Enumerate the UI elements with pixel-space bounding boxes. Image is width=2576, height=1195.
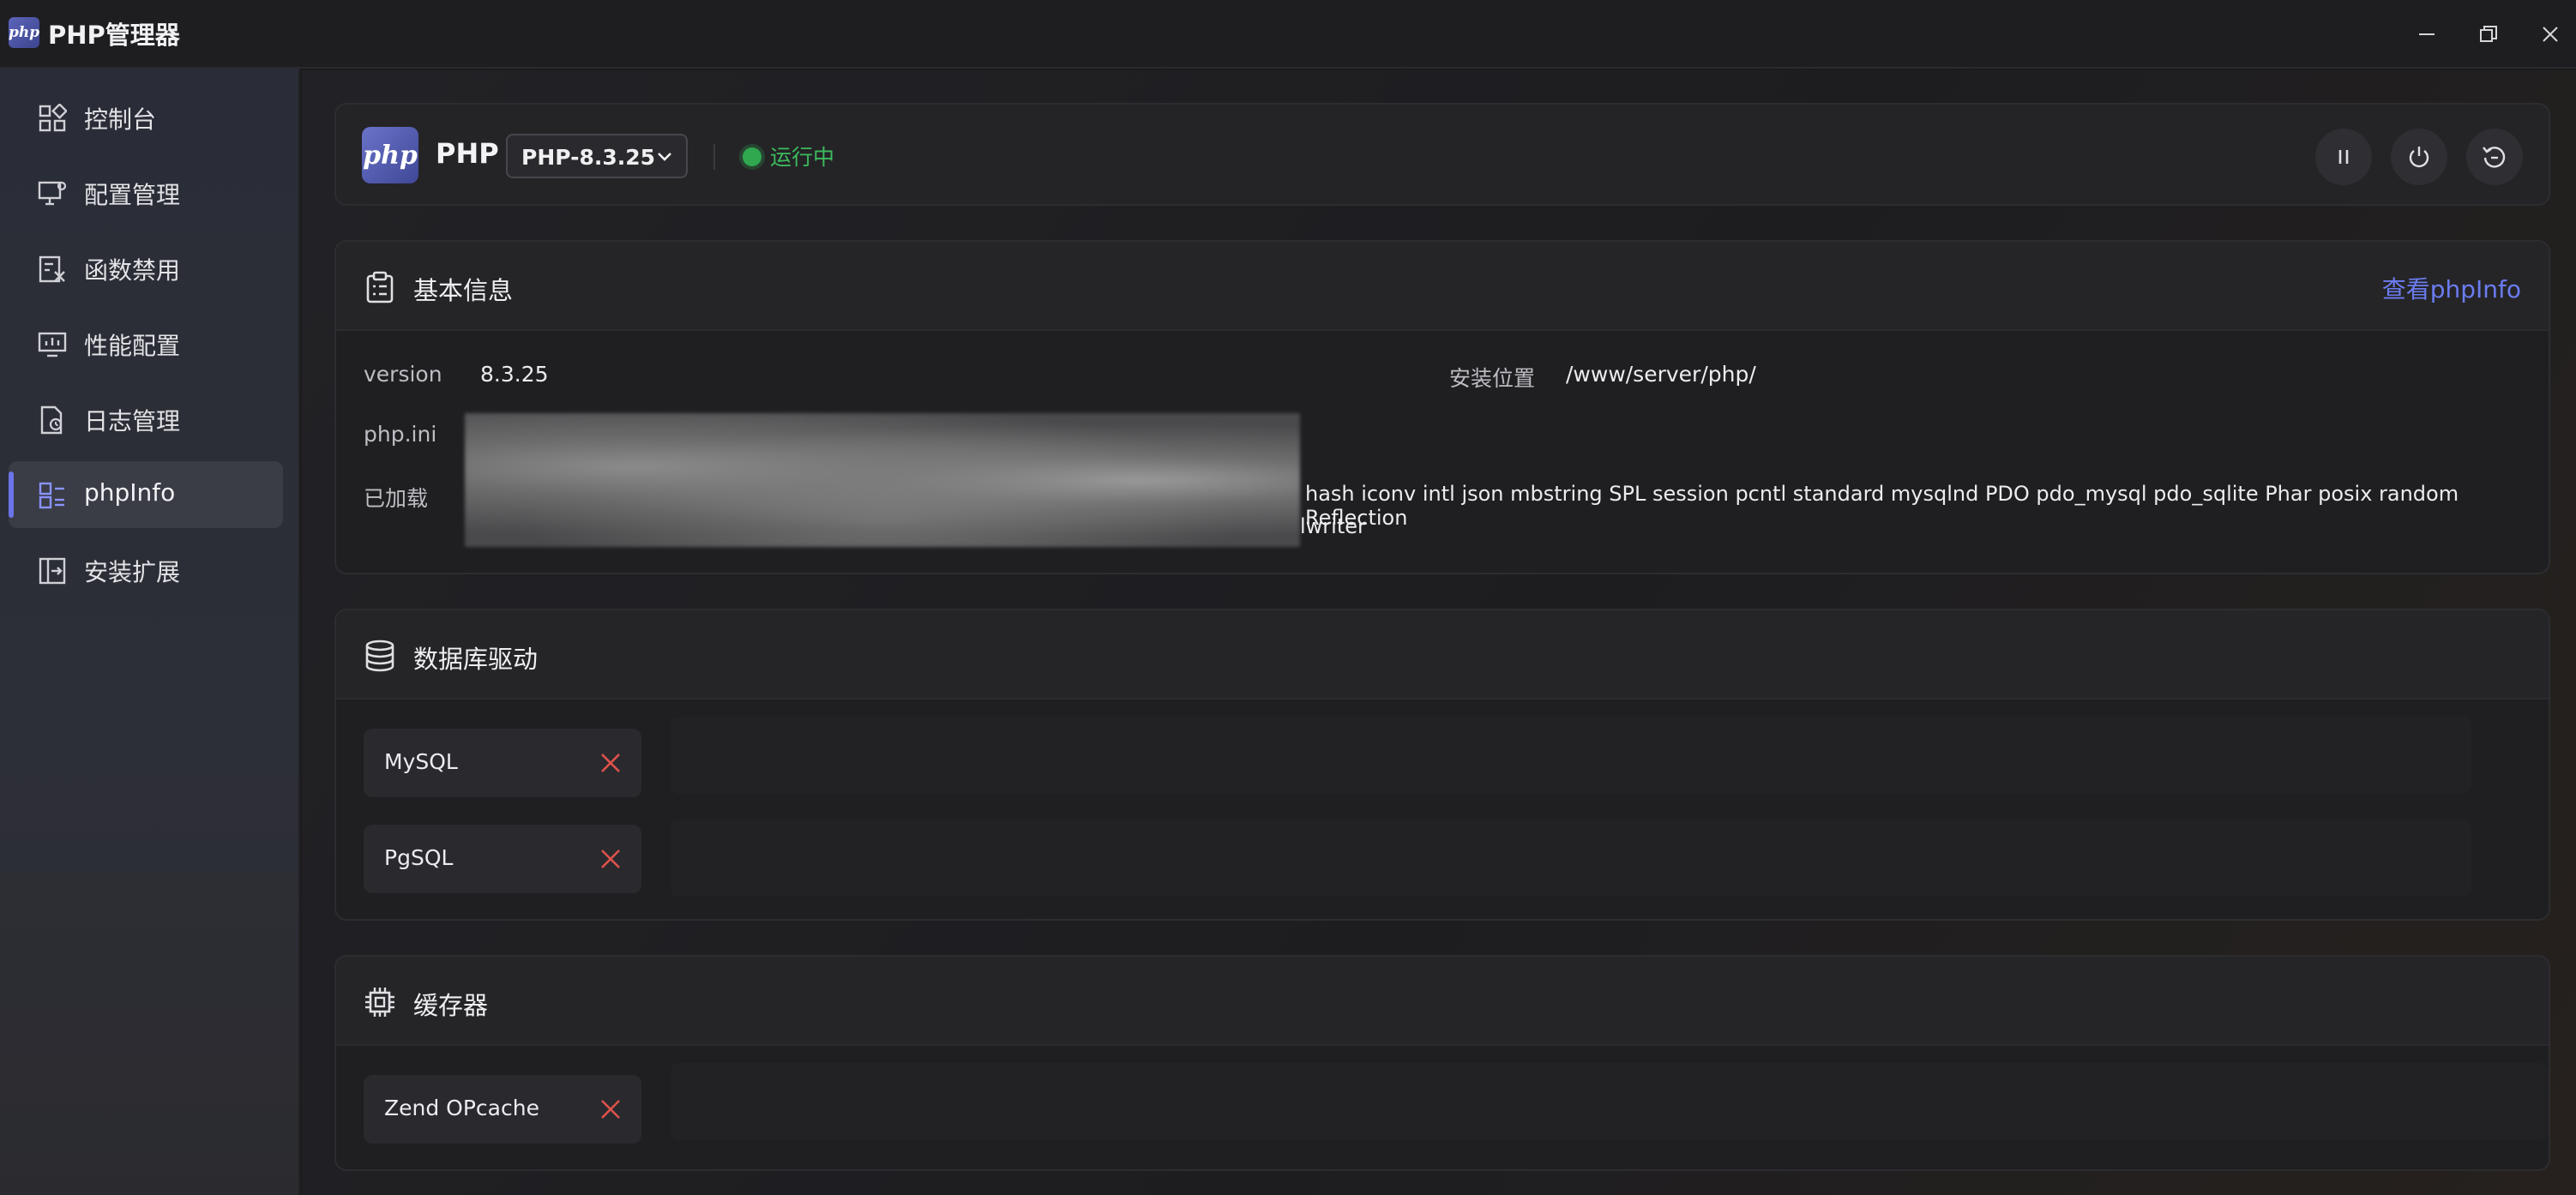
db-drivers-card: 数据库驱动 MySQL PgSQL [334,609,2550,921]
view-phpinfo-link[interactable]: 查看phpInfo [2382,271,2521,305]
config-monitor-icon [38,181,67,206]
basic-info-card: 基本信息 查看phpInfo version 8.3.25 安装位置 /www/… [334,240,2550,574]
function-disable-icon [39,255,65,283]
sidebar: 控制台 配置管理 函数禁用 性能配置 日志管理 phpInfo 安装扩展 [0,69,300,1195]
sidebar-item-install-extension[interactable]: 安装扩展 [9,537,283,604]
driver-details-region [671,820,2471,897]
log-icon [40,405,63,435]
cache-item-opcache: Zend OPcache [364,1075,641,1144]
redacted-region [465,413,1300,547]
sidebar-item-label: 函数禁用 [84,256,181,285]
chevron-down-icon [658,153,671,161]
disabled-x-icon [601,754,620,772]
php-status-bar: php PHP PHP-8.3.25 运行中 [334,103,2550,206]
cache-card: 缓存器 Zend OPcache [334,955,2550,1171]
install-extension-icon [39,557,66,585]
php-name: PHP [436,137,499,170]
loaded-extensions-line2: lwriter [1300,514,1366,538]
sidebar-item-label: 日志管理 [84,407,181,435]
sidebar-item-config[interactable]: 配置管理 [9,159,283,226]
restore-icon[interactable] [2470,15,2507,53]
card-header: 数据库驱动 [336,610,2549,700]
driver-label: MySQL [384,749,458,774]
chip-icon [365,988,394,1017]
performance-icon [38,332,67,357]
clipboard-icon [366,271,394,303]
sidebar-item-dashboard[interactable]: 控制台 [9,84,283,151]
php-logo-icon: php [9,17,39,48]
sidebar-item-logs[interactable]: 日志管理 [9,386,283,453]
version-value: 8.3.25 [480,362,549,387]
divider [713,144,715,170]
app-title: PHP管理器 [48,21,180,50]
loaded-extensions-line1: hash iconv intl json mbstring SPL sessio… [1305,482,2459,530]
disabled-x-icon [601,1100,620,1119]
pause-icon [2338,150,2349,164]
close-icon[interactable] [2531,15,2569,53]
sidebar-item-function-disable[interactable]: 函数禁用 [9,235,283,302]
sidebar-item-performance[interactable]: 性能配置 [9,310,283,377]
disabled-x-icon [601,850,620,868]
driver-label: PgSQL [384,845,454,870]
status-dot-icon [743,147,761,166]
card-header: 基本信息 查看phpInfo [336,242,2549,331]
loaded-label: 已加载 [364,486,429,511]
card-header: 缓存器 [336,957,2549,1046]
card-title: 数据库驱动 [413,645,539,674]
install-location-value: /www/server/php/ [1566,362,1756,387]
sidebar-item-label: 安装扩展 [84,558,181,586]
restart-icon [2483,147,2506,168]
php-logo-icon: php [362,127,418,183]
driver-item-mysql: MySQL [364,729,641,797]
phpinfo-icon [39,482,64,509]
minimize-icon[interactable] [2408,15,2446,53]
sidebar-item-label: 控制台 [84,105,157,134]
card-title: 缓存器 [413,991,489,1020]
version-select[interactable]: PHP-8.3.25 [506,134,688,178]
version-label: version [364,362,442,387]
install-location-label: 安装位置 [1449,366,1536,391]
sidebar-item-phpinfo[interactable]: phpInfo [9,461,283,528]
database-icon [365,640,394,672]
version-select-value: PHP-8.3.25 [521,145,656,170]
status-badge: 运行中 [770,145,835,170]
pause-button[interactable] [2315,129,2372,185]
title-bar: php PHP管理器 [0,0,2576,69]
cache-label: Zend OPcache [384,1096,539,1120]
power-icon [2409,147,2429,168]
sidebar-item-label: 配置管理 [84,181,181,209]
sidebar-item-label: phpInfo [84,478,176,507]
driver-details-region [671,717,2471,794]
dashboard-icon [39,104,67,132]
php-ini-label: php.ini [364,422,437,447]
power-button[interactable] [2391,129,2447,185]
driver-item-pgsql: PgSQL [364,825,641,893]
cache-details-region [671,1063,2549,1140]
sidebar-item-label: 性能配置 [84,332,181,360]
card-title: 基本信息 [413,276,514,305]
restart-button[interactable] [2466,129,2523,185]
